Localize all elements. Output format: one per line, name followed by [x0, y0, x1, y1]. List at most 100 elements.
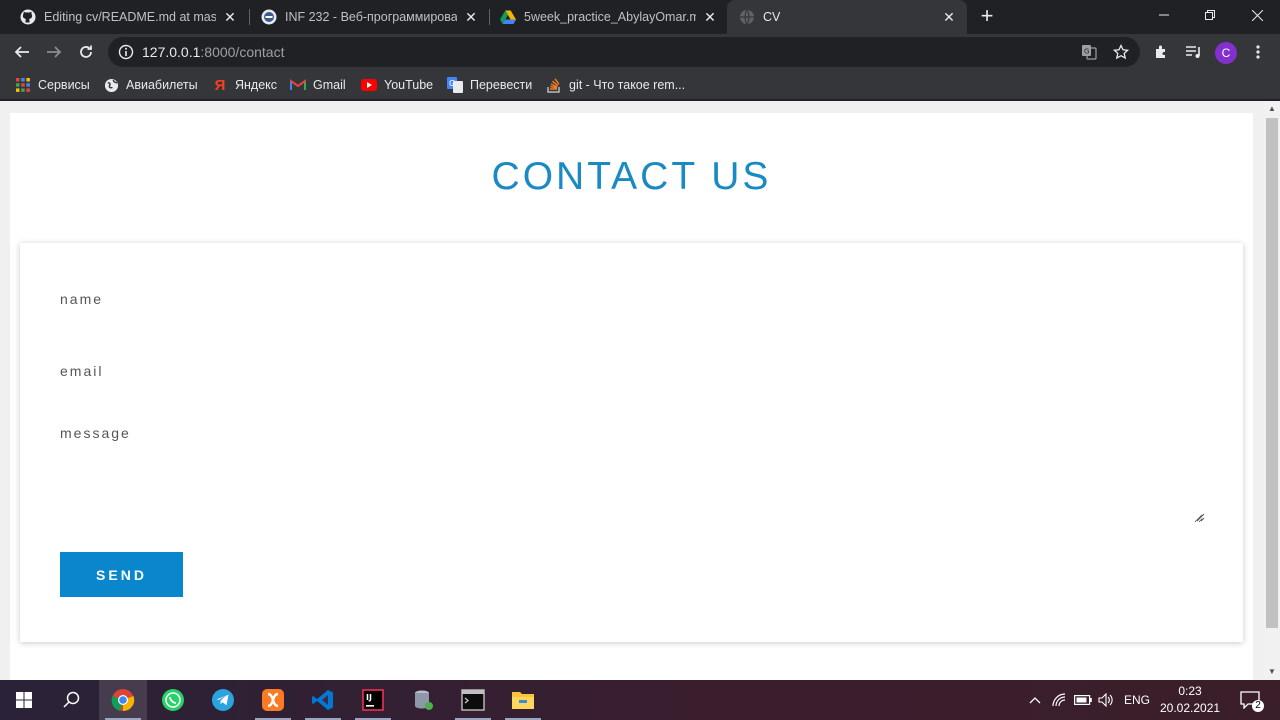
bookmarks-bar: Сервисы Авиабилеты Я Яндекс Gmail YouTub… [0, 70, 1280, 100]
bookmark-translate[interactable]: G Перевести [447, 76, 532, 94]
address-bar[interactable]: 127.0.0.1:8000/contact G [108, 37, 1140, 67]
whatsapp-icon[interactable] [149, 680, 197, 720]
profile-avatar[interactable]: C [1215, 42, 1237, 64]
arrow-right-icon [47, 46, 62, 58]
media-controls-button[interactable] [1180, 38, 1208, 66]
windows-taskbar: IJ ENG 0:23 20.02.2021 2 [0, 680, 1280, 720]
database-icon[interactable] [399, 680, 447, 720]
gmail-icon [290, 77, 306, 93]
close-tab-icon[interactable]: ✕ [941, 9, 957, 25]
chrome-icon[interactable] [99, 680, 147, 720]
wifi-icon[interactable] [1050, 680, 1070, 720]
svg-text:IJ: IJ [366, 693, 372, 702]
resize-handle-icon[interactable] [1196, 513, 1205, 522]
bookmark-stackoverflow[interactable]: git - Что такое rem... [546, 76, 685, 94]
tab-title: Editing cv/README.md at master [44, 10, 216, 24]
youtube-icon [361, 77, 377, 93]
name-field[interactable] [60, 283, 1203, 313]
email-field[interactable] [60, 355, 1203, 385]
page-viewport: CONTACT US name email message SEND [0, 101, 1264, 680]
bookmark-label: git - Что такое rem... [569, 78, 686, 92]
windows-start-icon[interactable] [0, 680, 48, 720]
contact-section: CONTACT US name email message SEND [10, 113, 1253, 680]
forward-button[interactable] [40, 38, 68, 66]
info-icon [118, 44, 134, 60]
scroll-up-icon[interactable]: ▲ [1264, 101, 1280, 117]
new-tab-button[interactable]: + [975, 5, 999, 29]
battery-icon[interactable] [1073, 680, 1093, 720]
globe-icon [103, 77, 119, 93]
reload-button[interactable] [72, 38, 100, 66]
file-explorer-icon[interactable] [499, 680, 547, 720]
clock-date: 20.02.2021 [1160, 701, 1221, 715]
minimize-button[interactable] [1141, 0, 1187, 30]
stackoverflow-icon [546, 77, 562, 93]
translate-icon[interactable]: G [1079, 42, 1099, 62]
tab-inf232[interactable]: INF 232 - Веб-программирован ✕ [249, 0, 489, 34]
more-vert-icon [1256, 45, 1260, 59]
apps-grid-icon [15, 77, 31, 93]
bookmark-label: Сервисы [38, 78, 90, 92]
github-icon [20, 9, 36, 25]
extensions-button[interactable] [1148, 38, 1176, 66]
contact-form: name email message SEND [20, 243, 1243, 642]
page-scrollbar[interactable]: ▲ ▼ [1264, 101, 1280, 680]
xampp-icon[interactable] [249, 680, 297, 720]
message-field[interactable] [60, 419, 1203, 523]
browser-toolbar: 127.0.0.1:8000/contact G C [0, 34, 1280, 70]
close-tab-icon[interactable]: ✕ [463, 9, 479, 25]
bookmark-label: Gmail [313, 78, 346, 92]
close-tab-icon[interactable]: ✕ [222, 9, 238, 25]
svg-text:G: G [449, 79, 455, 88]
tab-github[interactable]: Editing cv/README.md at master ✕ [8, 0, 248, 34]
reload-icon [80, 45, 92, 58]
chrome-menu-button[interactable] [1244, 38, 1272, 66]
url-text[interactable]: 127.0.0.1:8000/contact [142, 44, 284, 60]
restore-button[interactable] [1187, 0, 1233, 30]
scroll-down-icon[interactable]: ▼ [1264, 664, 1280, 680]
yandex-icon: Я [214, 76, 226, 94]
bookmark-label: Авиабилеты [126, 78, 198, 92]
send-button[interactable]: SEND [60, 552, 183, 597]
volume-icon[interactable] [1096, 680, 1116, 720]
bookmark-yandex[interactable]: Я Яндекс [212, 76, 277, 94]
vscode-icon[interactable] [299, 680, 347, 720]
bookmark-aviabilety[interactable]: Авиабилеты [103, 76, 198, 94]
page-title: CONTACT US [491, 155, 772, 198]
clock-time: 0:23 [1178, 684, 1202, 698]
scroll-thumb[interactable] [1266, 118, 1278, 628]
notification-center-icon[interactable]: 2 [1232, 680, 1268, 720]
tab-strip: Editing cv/README.md at master ✕ INF 232… [0, 0, 1280, 34]
intellij-icon[interactable]: IJ [349, 680, 397, 720]
playlist-icon [1186, 46, 1200, 58]
bookmark-youtube[interactable]: YouTube [361, 76, 433, 94]
tab-title: INF 232 - Веб-программирован [285, 10, 457, 24]
notification-count: 2 [1252, 700, 1264, 712]
globe-icon [739, 9, 755, 25]
bookmark-label: Перевести [470, 78, 533, 92]
back-button[interactable] [8, 38, 36, 66]
svg-text:G: G [1084, 48, 1089, 56]
google-drive-icon [500, 9, 516, 25]
telegram-icon[interactable] [199, 680, 247, 720]
terminal-icon[interactable] [449, 680, 497, 720]
bookmark-label: YouTube [384, 78, 434, 92]
language-indicator[interactable]: ENG [1120, 680, 1154, 720]
bookmark-gmail[interactable]: Gmail [290, 76, 346, 94]
bookmark-star-icon[interactable] [1111, 42, 1131, 62]
translate-icon: G [447, 77, 463, 93]
university-icon [261, 9, 277, 25]
arrow-left-icon [14, 46, 29, 58]
tab-title: CV [763, 10, 781, 24]
search-icon[interactable] [48, 680, 96, 720]
bookmark-services[interactable]: Сервисы [15, 76, 90, 94]
chevron-up-icon[interactable] [1026, 680, 1044, 720]
puzzle-icon [1156, 45, 1165, 58]
tab-cv[interactable]: CV ✕ [727, 0, 967, 34]
tab-drive[interactable]: 5week_practice_AbylayOmar.mp ✕ [488, 0, 728, 34]
system-clock[interactable]: 0:23 20.02.2021 [1160, 683, 1220, 717]
close-tab-icon[interactable]: ✕ [702, 9, 718, 25]
tab-title: 5week_practice_AbylayOmar.mp [524, 10, 696, 24]
close-window-button[interactable] [1234, 0, 1280, 30]
bookmark-label: Яндекс [235, 78, 278, 92]
